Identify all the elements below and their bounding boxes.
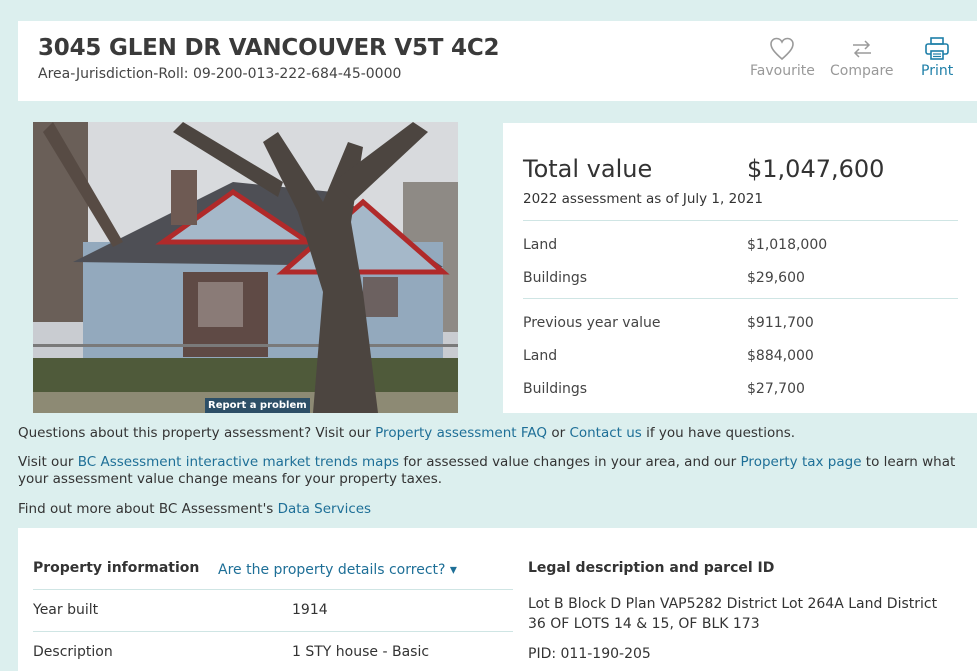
legal-heading: Legal description and parcel ID: [528, 560, 775, 576]
contact-us-link[interactable]: Contact us: [569, 425, 641, 441]
previous-land-label: Land: [523, 348, 558, 364]
previous-land-value: $884,000: [747, 348, 814, 364]
parcel-id: PID: 011-190-205: [528, 646, 651, 662]
roll-value: 09-200-013-222-684-45-0000: [192, 66, 402, 82]
market-trends-link[interactable]: BC Assessment interactive market trends …: [78, 454, 399, 470]
description-value: 1 STY house - Basic: [292, 644, 430, 660]
current-land-value: $1,018,000: [747, 237, 828, 253]
year-built-value: 1914: [292, 602, 328, 618]
property-address: 3045 GLEN DR VANCOUVER V5T 4C2: [38, 35, 500, 61]
report-problem-button[interactable]: Report a problem: [205, 398, 310, 413]
favourite-label: Favourite: [750, 63, 815, 79]
property-details-section: Property information Are the property de…: [18, 528, 977, 671]
assessment-value-panel: Total value $1,047,600 2022 assessment a…: [503, 123, 977, 413]
data-services-paragraph: Find out more about BC Assessment's Data…: [18, 501, 968, 518]
current-buildings-value: $29,600: [747, 270, 805, 286]
details-correct-dropdown[interactable]: Are the property details correct? ▾: [218, 562, 457, 578]
house-photo-illustration: [33, 122, 458, 413]
faq-paragraph: Questions about this property assessment…: [18, 425, 968, 442]
data-services-link[interactable]: Data Services: [278, 501, 371, 517]
favourite-button[interactable]: Favourite: [750, 35, 815, 79]
property-header: 3045 GLEN DR VANCOUVER V5T 4C2 Area-Juri…: [18, 21, 977, 101]
roll-label: Area-Jurisdiction-Roll:: [38, 66, 189, 82]
legal-description: Lot B Block D Plan VAP5282 District Lot …: [528, 596, 938, 632]
text: or: [547, 425, 570, 441]
total-value-amount: $1,047,600: [747, 155, 885, 183]
current-land-label: Land: [523, 237, 558, 253]
assessment-date-note: 2022 assessment as of July 1, 2021: [523, 191, 763, 207]
roll-number: Area-Jurisdiction-Roll: 09-200-013-222-6…: [38, 66, 401, 82]
previous-year-label: Previous year value: [523, 315, 661, 331]
faq-link[interactable]: Property assessment FAQ: [375, 425, 547, 441]
print-label: Print: [921, 63, 954, 79]
text: Questions about this property assessment…: [18, 425, 376, 441]
year-built-label: Year built: [33, 602, 99, 618]
compare-button[interactable]: Compare: [830, 35, 894, 79]
total-value-label: Total value: [523, 155, 653, 183]
text: for assessed value changes in your area,…: [399, 454, 741, 470]
divider: [33, 631, 513, 632]
divider: [523, 298, 958, 299]
property-photo: Report a problem: [33, 122, 458, 413]
compare-label: Compare: [830, 63, 894, 79]
divider: [33, 589, 513, 590]
current-buildings-label: Buildings: [523, 270, 588, 286]
compare-icon: [852, 40, 871, 58]
printer-icon: [925, 37, 949, 60]
previous-buildings-value: $27,700: [747, 381, 805, 397]
heart-icon: [770, 37, 795, 61]
property-tax-link[interactable]: Property tax page: [741, 454, 862, 470]
market-trends-paragraph: Visit our BC Assessment interactive mark…: [18, 454, 968, 488]
text: Visit our: [18, 454, 78, 470]
description-label: Description: [33, 644, 113, 660]
previous-year-value: $911,700: [747, 315, 814, 331]
property-info-heading: Property information: [33, 560, 200, 576]
previous-buildings-label: Buildings: [523, 381, 588, 397]
print-button[interactable]: Print: [921, 35, 953, 79]
text: if you have questions.: [641, 425, 796, 441]
text: Find out more about BC Assessment's: [18, 501, 278, 517]
divider: [523, 220, 958, 221]
